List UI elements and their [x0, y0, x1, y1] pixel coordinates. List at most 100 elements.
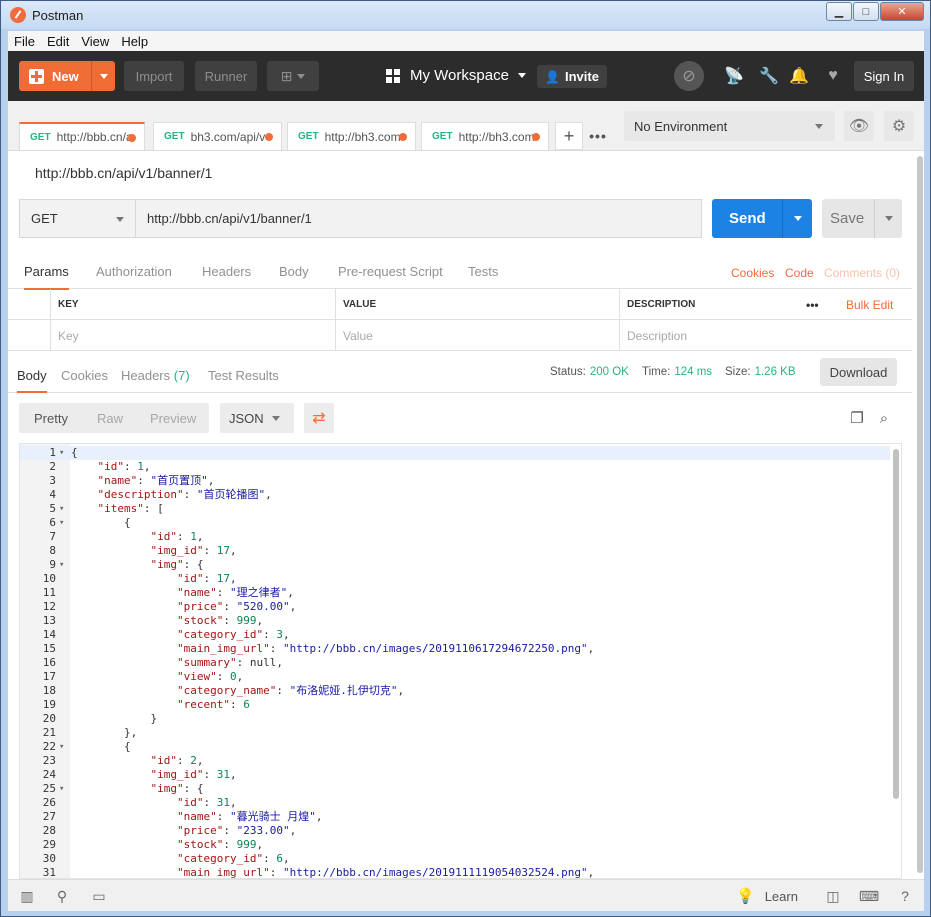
code-token: : {: [183, 782, 204, 795]
send-dropdown-button[interactable]: [782, 199, 812, 238]
code-line: 21},: [20, 726, 890, 740]
environment-quick-look-button[interactable]: 👁: [844, 111, 874, 141]
minimize-button[interactable]: ▁: [826, 2, 852, 21]
code-text: "name": "首页置顶",: [71, 474, 215, 488]
code-line: 15 "main_img_url": "http://bbb.cn/images/…: [20, 642, 890, 656]
format-preview[interactable]: Preview: [150, 411, 196, 426]
heart-icon[interactable]: ♥: [823, 66, 843, 86]
satellite-icon[interactable]: 📡: [724, 66, 744, 86]
new-button[interactable]: New: [19, 61, 115, 91]
copy-icon[interactable]: ❐: [848, 409, 866, 427]
fold-toggle-icon[interactable]: ▾: [59, 516, 64, 530]
fold-toggle-icon[interactable]: ▾: [59, 446, 64, 460]
headers-count: (7): [173, 368, 190, 383]
sign-in-button[interactable]: Sign In: [854, 61, 914, 91]
workspace-selector[interactable]: My Workspace: [386, 67, 526, 84]
code-token: "id": [177, 572, 204, 585]
fold-toggle-icon[interactable]: ▾: [59, 740, 64, 754]
value-input[interactable]: Value: [335, 320, 619, 351]
tab-body[interactable]: Body: [279, 264, 309, 279]
tab-label: bh3.com/api/v: [190, 129, 266, 144]
code-token: 17: [216, 544, 230, 557]
save-label: Save: [830, 210, 865, 227]
download-button[interactable]: Download: [820, 358, 897, 386]
line-number: 31: [42, 866, 56, 879]
keyboard-shortcuts-icon[interactable]: ⌨: [859, 888, 879, 904]
fold-toggle-icon[interactable]: ▾: [59, 502, 64, 516]
code-token: "http://bbb.cn/images/201911111905403252…: [282, 866, 588, 879]
code-token: ,: [256, 614, 264, 627]
url-input[interactable]: http://bbb.cn/api/v1/banner/1: [135, 199, 702, 238]
tab-tests[interactable]: Tests: [468, 264, 498, 279]
row-checkbox[interactable]: [8, 320, 50, 351]
two-pane-view-icon[interactable]: ◫: [824, 888, 842, 904]
console-icon[interactable]: ▭: [90, 888, 108, 904]
line-number: 1: [49, 446, 56, 459]
response-tab-headers[interactable]: Headers (7): [121, 368, 190, 383]
tab-headers[interactable]: Headers: [202, 264, 251, 279]
runner-button[interactable]: Runner: [195, 61, 257, 91]
menu-help[interactable]: Help: [115, 34, 154, 49]
code-text: "price": "520.00",: [71, 600, 296, 614]
tab-more-button[interactable]: •••: [585, 122, 611, 150]
params-more-button[interactable]: •••: [799, 289, 831, 320]
format-raw[interactable]: Raw: [97, 411, 123, 426]
language-selector[interactable]: JSON: [220, 403, 294, 433]
unsaved-dot-icon: [265, 133, 273, 141]
new-window-button[interactable]: ⊞: [267, 61, 319, 91]
key-input[interactable]: Key: [50, 320, 335, 351]
request-tab[interactable]: GET http://bbb.cn/a: [19, 122, 145, 150]
sidebar-toggle-icon[interactable]: ▥: [18, 888, 36, 904]
chevron-down-icon: [99, 73, 108, 79]
save-button[interactable]: Save: [822, 199, 902, 238]
description-input[interactable]: Description: [619, 320, 912, 351]
search-icon[interactable]: ⌕: [875, 409, 893, 427]
invite-button[interactable]: 👤 Invite: [537, 65, 607, 88]
settings-wrench-icon[interactable]: 🔧: [759, 66, 779, 86]
environment-selector[interactable]: No Environment: [624, 111, 835, 141]
find-icon[interactable]: ⚲: [53, 888, 71, 904]
new-dropdown-button[interactable]: [91, 61, 115, 91]
format-pretty[interactable]: Pretty: [34, 411, 68, 426]
tab-params[interactable]: Params: [24, 264, 69, 290]
new-button-label: New: [52, 68, 79, 84]
code-link[interactable]: Code: [785, 266, 814, 280]
fold-toggle-icon[interactable]: ▾: [59, 558, 64, 572]
tab-pre-request-script[interactable]: Pre-request Script: [338, 264, 443, 279]
response-tab-cookies[interactable]: Cookies: [61, 368, 108, 383]
request-tab[interactable]: GET http://bh3.com: [287, 122, 416, 150]
maximize-button[interactable]: □: [853, 2, 879, 21]
import-button[interactable]: Import: [124, 61, 184, 91]
editor-scrollbar[interactable]: [893, 449, 899, 799]
learn-button[interactable]: 💡 Learn: [736, 887, 798, 905]
comments-link[interactable]: Comments (0): [824, 266, 900, 280]
request-tab[interactable]: GET http://bh3.com: [421, 122, 549, 150]
sync-off-icon[interactable]: ⊘: [674, 61, 704, 91]
notification-bell-icon[interactable]: 🔔: [789, 66, 809, 86]
response-body-editor[interactable]: 1 ▾{2 "id": 1, 3 "name": "首页置顶", 4 "descriptio…: [19, 443, 902, 879]
help-icon[interactable]: ?: [896, 888, 914, 904]
request-tab[interactable]: GET bh3.com/api/v: [153, 122, 282, 150]
main-scrollbar[interactable]: [917, 156, 923, 873]
response-tab-test-results[interactable]: Test Results: [208, 368, 279, 383]
wrap-lines-button[interactable]: ⇄: [304, 403, 334, 433]
save-dropdown-button[interactable]: [874, 199, 902, 238]
fold-toggle-icon[interactable]: ▾: [59, 782, 64, 796]
menu-file[interactable]: File: [8, 34, 41, 49]
menu-edit[interactable]: Edit: [41, 34, 75, 49]
code-token: 1: [190, 530, 197, 543]
cookies-link[interactable]: Cookies: [731, 266, 774, 280]
code-token: :: [223, 838, 237, 851]
tab-authorization[interactable]: Authorization: [96, 264, 172, 279]
close-button[interactable]: ✕: [880, 2, 924, 21]
method-selector[interactable]: GET: [19, 199, 136, 238]
code-token: ,: [287, 586, 294, 599]
manage-environments-button[interactable]: ⚙: [884, 111, 914, 141]
menu-view[interactable]: View: [75, 34, 115, 49]
bulk-edit-link[interactable]: Bulk Edit: [839, 289, 912, 320]
send-button[interactable]: Send: [712, 199, 812, 238]
request-title[interactable]: http://bbb.cn/api/v1/banner/1: [35, 165, 212, 181]
code-line: 17 "view": 0,: [20, 670, 890, 684]
response-tab-body[interactable]: Body: [17, 368, 47, 393]
add-tab-button[interactable]: +: [555, 122, 583, 150]
